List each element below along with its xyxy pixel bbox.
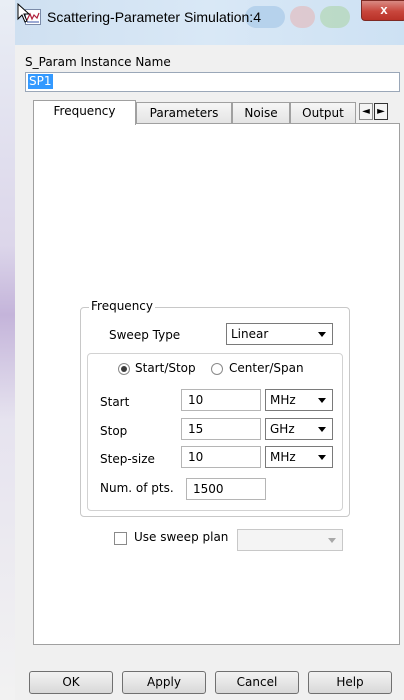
step-size-input[interactable]: 10 xyxy=(181,446,261,468)
use-sweep-plan-label: Use sweep plan xyxy=(134,530,229,544)
start-input[interactable]: 10 xyxy=(181,389,261,411)
num-points-input[interactable]: 1500 xyxy=(186,478,266,500)
apply-button[interactable]: Apply xyxy=(122,671,206,694)
dialog-window: Scattering-Parameter Simulation:4 x S_Pa… xyxy=(0,0,404,700)
stop-unit-value: GHz xyxy=(270,422,295,436)
radio-start-stop[interactable] xyxy=(118,363,130,375)
instance-name-label: S_Param Instance Name xyxy=(25,55,171,69)
radio-center-span-label: Center/Span xyxy=(229,361,304,375)
sweep-range-group: Start/Stop Center/Span Start 10 MHz Stop… xyxy=(87,353,343,511)
sweep-plan-select[interactable] xyxy=(237,529,343,551)
mouse-cursor-icon xyxy=(17,3,31,23)
start-label: Start xyxy=(100,395,130,409)
stop-label: Stop xyxy=(100,424,128,438)
titlebar-decoration xyxy=(290,6,315,28)
tab-frequency[interactable]: Frequency xyxy=(33,100,136,125)
tab-noise[interactable]: Noise xyxy=(232,102,290,123)
step-size-unit-select[interactable]: MHz xyxy=(265,446,333,468)
chevron-down-icon xyxy=(318,332,326,337)
tab-scroll-right-icon[interactable]: ► xyxy=(374,103,388,120)
use-sweep-plan-checkbox[interactable] xyxy=(114,532,127,545)
radio-start-stop-label: Start/Stop xyxy=(135,361,196,375)
num-points-label: Num. of pts. xyxy=(100,481,174,495)
frequency-tab-panel: Frequency Sweep Type Linear Start/Stop C… xyxy=(33,123,400,645)
cancel-button[interactable]: Cancel xyxy=(215,671,299,694)
tab-output[interactable]: Output xyxy=(290,102,356,123)
sweep-type-select[interactable]: Linear xyxy=(226,323,333,345)
radio-center-span[interactable] xyxy=(211,363,223,375)
frequency-group: Frequency Sweep Type Linear Start/Stop C… xyxy=(80,299,350,517)
ok-button[interactable]: OK xyxy=(29,671,113,694)
chevron-down-icon xyxy=(318,427,326,432)
sweep-type-label: Sweep Type xyxy=(109,328,181,342)
tab-strip: Frequency Parameters Noise Output ◄ ► xyxy=(33,100,400,125)
chevron-down-icon xyxy=(318,455,326,460)
titlebar-decoration xyxy=(320,6,350,28)
sweep-type-value: Linear xyxy=(231,327,269,341)
frequency-group-title: Frequency xyxy=(89,299,155,313)
step-size-label: Step-size xyxy=(100,452,155,466)
tab-scroll-left-icon[interactable]: ◄ xyxy=(359,103,373,120)
title-bar[interactable]: Scattering-Parameter Simulation:4 x xyxy=(15,0,404,45)
dialog-client: S_Param Instance Name SP1 Frequency Para… xyxy=(15,45,404,700)
help-button[interactable]: Help xyxy=(308,671,392,694)
stop-unit-select[interactable]: GHz xyxy=(265,418,333,440)
window-title: Scattering-Parameter Simulation:4 xyxy=(47,9,261,25)
chevron-down-icon xyxy=(318,398,326,403)
instance-name-input[interactable]: SP1 xyxy=(25,72,400,92)
close-button[interactable]: x xyxy=(361,0,404,21)
step-size-unit-value: MHz xyxy=(270,450,296,464)
tab-parameters[interactable]: Parameters xyxy=(136,102,232,123)
start-unit-value: MHz xyxy=(270,393,296,407)
background-strip xyxy=(0,0,15,700)
stop-input[interactable]: 15 xyxy=(181,418,261,440)
chevron-down-icon xyxy=(328,538,336,543)
instance-name-value: SP1 xyxy=(28,74,53,89)
start-unit-select[interactable]: MHz xyxy=(265,389,333,411)
